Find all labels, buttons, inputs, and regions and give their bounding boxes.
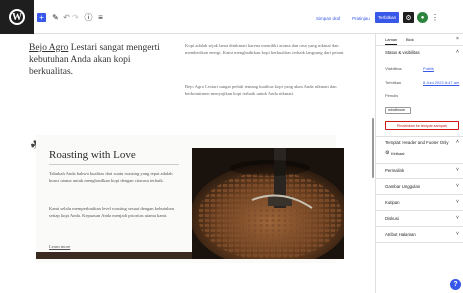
author-select-value: windimum <box>388 108 406 112</box>
publish-date-label: Terbitkan <box>385 80 402 85</box>
pencil-icon[interactable]: ✎ <box>51 13 60 22</box>
visibility-label: Visibilitas <box>385 66 402 71</box>
chevron-down-icon[interactable]: ˅ <box>456 199 459 205</box>
sidebar-divider <box>376 226 463 227</box>
visibility-value-link[interactable]: Publik <box>423 66 434 71</box>
hero-brand-text: Bejo Agro <box>29 43 69 53</box>
chevron-up-icon[interactable]: ˄ <box>456 49 459 55</box>
featured-image-heading[interactable]: Gambar Unggulan <box>385 184 420 189</box>
publish-date-link[interactable]: 8 Juni 2022 8:47 am <box>423 80 459 85</box>
settings-gear-icon[interactable]: ⚙ <box>403 12 414 23</box>
chevron-down-icon[interactable]: ˅ <box>456 183 459 189</box>
hero-paragraph-2[interactable]: Bejo Agro Lestari sangat peduli tentang … <box>185 83 355 97</box>
preview-button[interactable]: Pratinjau <box>352 16 370 21</box>
coffee-roaster-image[interactable] <box>192 148 344 259</box>
permalink-heading[interactable]: Permalink <box>385 168 404 173</box>
author-label: Penulis <box>385 93 399 98</box>
redo-icon[interactable]: ↷ <box>71 13 80 22</box>
chevron-down-icon[interactable]: ˅ <box>456 167 459 173</box>
template-heading[interactable]: Templat: Header and Footer Only <box>385 140 449 145</box>
editor-toolbar: W + ✎ ↶ ↷ ⓘ ≡ Simpan draf Pratinjau Terb… <box>0 0 463 34</box>
plugin-icon[interactable]: ● <box>417 12 428 23</box>
sidebar-divider <box>376 136 463 137</box>
hero-heading[interactable]: Bejo Agro Lestari sangat mengerti kebutu… <box>29 42 164 78</box>
info-icon[interactable]: ⓘ <box>84 13 93 22</box>
section-paragraph-2[interactable]: Kami selalu memperhatikan level roasting… <box>49 205 179 219</box>
canvas-scrollbar[interactable] <box>372 118 374 178</box>
move-to-trash-button[interactable]: Pindahkan ke tempat sampah <box>385 121 459 130</box>
tab-block[interactable]: Blok <box>406 37 414 42</box>
sidebar-divider <box>376 210 463 211</box>
sidebar-tabs: Laman Blok × <box>376 34 463 46</box>
template-icon: ⚙ <box>385 150 390 156</box>
sidebar-divider <box>376 242 463 243</box>
settings-sidebar: Laman Blok × Status & visibilitas ˄ Visi… <box>375 34 463 293</box>
section-divider <box>49 164 179 165</box>
wordpress-logo-button[interactable]: W <box>0 0 34 34</box>
help-icon[interactable]: ? <box>450 279 461 290</box>
sidebar-divider <box>376 178 463 179</box>
publish-button[interactable]: Terbitkan <box>375 12 399 23</box>
learn-more-link[interactable]: Learn more <box>49 244 70 249</box>
hero-paragraph-1[interactable]: Kopi adalah sejak lama dinikmati karena … <box>185 42 355 56</box>
list-view-icon[interactable]: ≡ <box>96 13 105 22</box>
section-heading[interactable]: Roasting with Love <box>49 149 136 161</box>
discussion-heading[interactable]: Diskusi <box>385 216 399 221</box>
more-options-icon[interactable]: ⋮ <box>431 12 439 23</box>
sidebar-divider <box>376 194 463 195</box>
coffee-roaster-picture <box>192 148 344 259</box>
undo-icon[interactable]: ↶ <box>62 13 71 22</box>
save-draft-button[interactable]: Simpan draf <box>316 16 340 21</box>
add-block-button[interactable]: + <box>37 13 46 22</box>
page-attributes-heading[interactable]: Atribut Halaman <box>385 232 416 237</box>
excerpt-heading[interactable]: Kutipan <box>385 200 400 205</box>
section-paragraph-1[interactable]: Tahukah Anda bahwa kualitas dari suatu r… <box>49 170 179 184</box>
tab-page[interactable]: Laman <box>385 37 398 45</box>
close-icon[interactable]: × <box>456 36 459 42</box>
status-visibility-heading[interactable]: Status & visibilitas <box>385 50 420 55</box>
image-strip <box>36 252 192 259</box>
author-select[interactable]: windimum <box>385 107 411 114</box>
chevron-down-icon[interactable]: ˅ <box>456 215 459 221</box>
sidebar-divider <box>376 163 463 164</box>
chevron-down-icon[interactable]: ˅ <box>456 231 459 237</box>
chevron-up-icon[interactable]: ˄ <box>456 139 459 145</box>
wordpress-icon: W <box>9 9 25 25</box>
template-sub-label[interactable]: Kirtkaai <box>391 151 404 156</box>
